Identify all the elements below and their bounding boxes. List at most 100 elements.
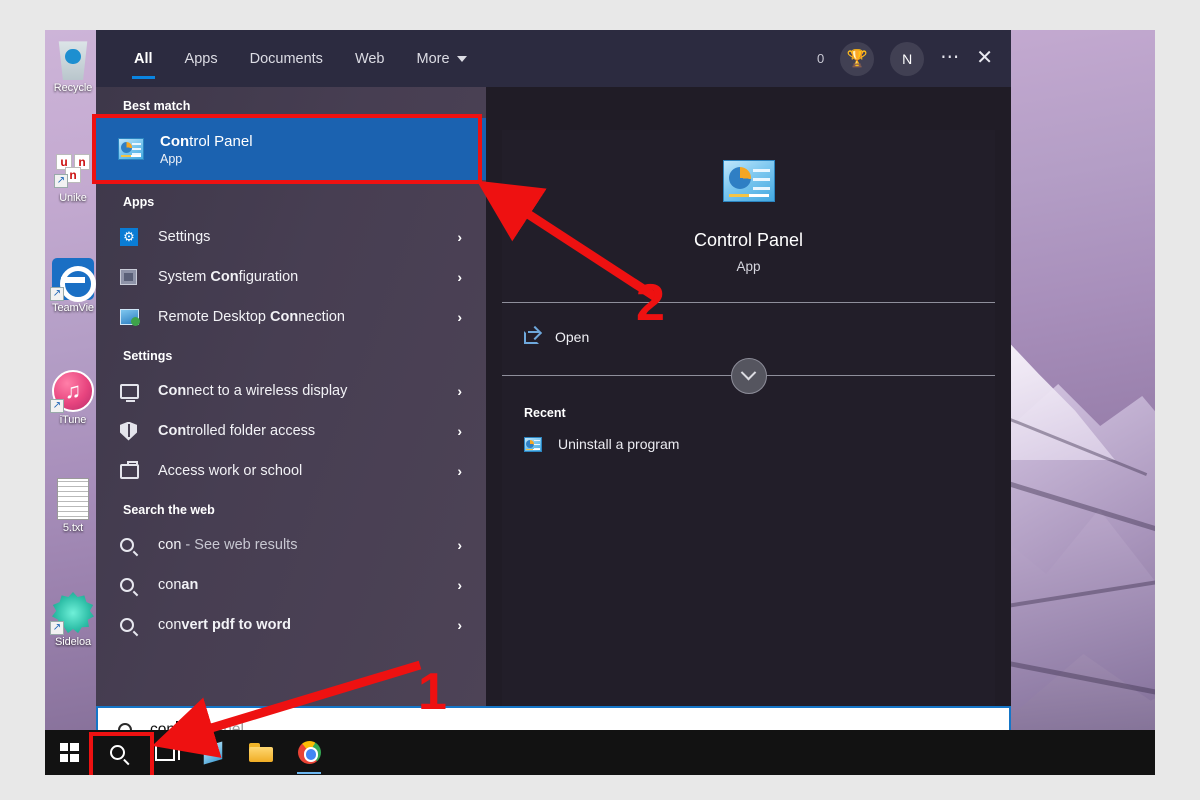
rewards-trophy-button[interactable]: 🏆 — [840, 41, 875, 76]
result-item-web-conan[interactable]: conan › — [96, 565, 486, 605]
result-item-web-convert-pdf-to-word[interactable]: convert pdf to word › — [96, 605, 486, 645]
search-icon — [117, 535, 146, 555]
result-item-access-work-or-school[interactable]: Access work or school › — [96, 451, 486, 491]
settings-gear-icon: ⚙ — [120, 228, 146, 246]
chevron-right-icon: › — [457, 617, 462, 633]
control-panel-icon — [118, 138, 144, 160]
result-label: conan — [158, 577, 199, 593]
desktop-icon-text-file[interactable]: 5.txt — [45, 478, 101, 534]
chevron-down-icon — [456, 55, 467, 62]
briefcase-icon — [120, 460, 146, 479]
desktop-icon-label: 5.txt — [62, 522, 84, 534]
search-icon — [106, 741, 128, 764]
app-preview-pane: Control Panel App Open Recent Uninstall … — [486, 87, 1011, 706]
file-explorer-button[interactable] — [237, 730, 285, 775]
microsoft-store-button[interactable] — [189, 730, 237, 775]
sideloadly-icon: ↗ — [50, 592, 94, 635]
recent-item-uninstall-a-program[interactable]: Uninstall a program — [502, 426, 995, 462]
preview-divider — [502, 302, 995, 303]
result-item-settings[interactable]: ⚙ Settings › — [96, 217, 486, 257]
result-item-web-con[interactable]: con - See web results › — [96, 525, 486, 565]
tab-web[interactable]: Web — [339, 30, 401, 87]
tab-label: Web — [354, 50, 385, 67]
tab-label: Apps — [184, 50, 218, 67]
collapse-actions-button[interactable] — [730, 357, 767, 394]
chevron-right-icon: › — [457, 269, 462, 285]
result-label: Controlled folder access — [158, 423, 316, 439]
system-configuration-icon — [120, 269, 146, 285]
windows-search-panel: All Apps Documents Web More 0 🏆 N ⋯ ✕ Be… — [96, 30, 1011, 730]
desktop-icon-unikey[interactable]: u n n ↗ Unike — [45, 148, 101, 204]
header-actions: 0 🏆 N ⋯ ✕ — [817, 30, 993, 87]
desktop-icon-recycle-bin[interactable]: Recycle — [45, 38, 101, 94]
desktop-icon-label: Unike — [59, 192, 87, 204]
screenshot-frame: Recycle u n n ↗ Unike ↗ TeamVie ♫ ↗ iTun… — [45, 30, 1155, 775]
shield-icon — [120, 421, 146, 441]
teamviewer-icon: ↗ — [50, 258, 97, 303]
recent-item-label: Uninstall a program — [558, 436, 680, 452]
result-label: Settings — [158, 229, 211, 245]
search-tabs: All Apps Documents Web More — [118, 30, 483, 87]
more-options-button[interactable]: ⋯ — [940, 46, 961, 68]
chrome-button[interactable] — [285, 730, 333, 775]
desktop-icon-label: Sideloa — [55, 636, 91, 648]
best-match-title: Control Panel — [160, 132, 253, 150]
open-action-button[interactable]: Open — [502, 315, 995, 359]
desktop-icon-label: iTune — [59, 414, 87, 426]
best-match-subtitle: App — [160, 151, 183, 166]
running-indicator — [297, 771, 321, 774]
tab-label: More — [416, 50, 450, 67]
task-view-button[interactable] — [141, 730, 189, 775]
open-external-icon — [524, 330, 539, 344]
desktop-icon-itunes[interactable]: ↗ iTune — [45, 370, 101, 426]
avatar-initial: N — [902, 50, 913, 67]
search-header: All Apps Documents Web More 0 🏆 N ⋯ ✕ — [96, 30, 1011, 87]
result-label: Connect to a wireless display — [158, 383, 348, 399]
monitor-icon — [120, 383, 146, 402]
taskbar-search-button[interactable] — [93, 730, 141, 775]
ellipsis-icon: ⋯ — [940, 46, 961, 68]
best-match-result[interactable]: Control Panel App — [96, 118, 486, 180]
result-item-connect-wireless-display[interactable]: Connect to a wireless display › — [96, 371, 486, 411]
desktop-icon-label: TeamVie — [52, 302, 94, 314]
chevron-right-icon: › — [457, 309, 462, 325]
tab-documents[interactable]: Documents — [234, 30, 339, 87]
result-label: Remote Desktop Connection — [158, 309, 345, 325]
unikey-icon: u n n ↗ — [52, 148, 94, 190]
itunes-icon: ↗ — [50, 370, 94, 413]
chevron-right-icon: › — [457, 229, 462, 245]
preview-divider-secondary — [502, 357, 995, 394]
section-heading-apps: Apps — [123, 195, 155, 209]
store-icon — [202, 740, 224, 764]
search-icon — [117, 615, 146, 635]
recycle-bin-icon — [52, 38, 94, 80]
chrome-icon — [297, 741, 321, 764]
result-label: con - See web results — [158, 537, 298, 553]
tab-all[interactable]: All — [118, 30, 169, 87]
tab-apps[interactable]: Apps — [169, 30, 234, 87]
taskbar — [45, 730, 1155, 775]
chevron-right-icon: › — [457, 463, 462, 479]
trophy-icon: 🏆 — [846, 49, 868, 68]
close-button[interactable]: ✕ — [976, 48, 993, 69]
result-item-remote-desktop-connection[interactable]: Remote Desktop Connection › — [96, 297, 486, 337]
tab-more[interactable]: More — [401, 30, 483, 87]
start-button[interactable] — [45, 730, 93, 775]
desktop-icon-teamviewer[interactable]: ↗ TeamVie — [45, 258, 101, 314]
preview-card: Control Panel App Open Recent Uninstall … — [502, 130, 995, 706]
preview-subtitle: App — [736, 259, 761, 274]
remote-desktop-icon — [120, 309, 146, 326]
chevron-down-icon — [740, 364, 757, 381]
desktop-icon-sideloadly[interactable]: ↗ Sideloa — [45, 592, 101, 648]
account-avatar[interactable]: N — [890, 41, 925, 76]
result-label: Access work or school — [158, 463, 303, 479]
section-heading-settings: Settings — [123, 349, 173, 363]
chevron-right-icon: › — [457, 383, 462, 399]
close-icon: ✕ — [976, 47, 993, 69]
result-item-system-configuration[interactable]: System Configuration › — [96, 257, 486, 297]
section-heading-search-the-web: Search the web — [123, 503, 215, 517]
text-file-icon — [52, 478, 94, 520]
result-label: System Configuration — [158, 269, 299, 285]
result-item-controlled-folder-access[interactable]: Controlled folder access › — [96, 411, 486, 451]
rewards-count: 0 — [817, 51, 825, 66]
